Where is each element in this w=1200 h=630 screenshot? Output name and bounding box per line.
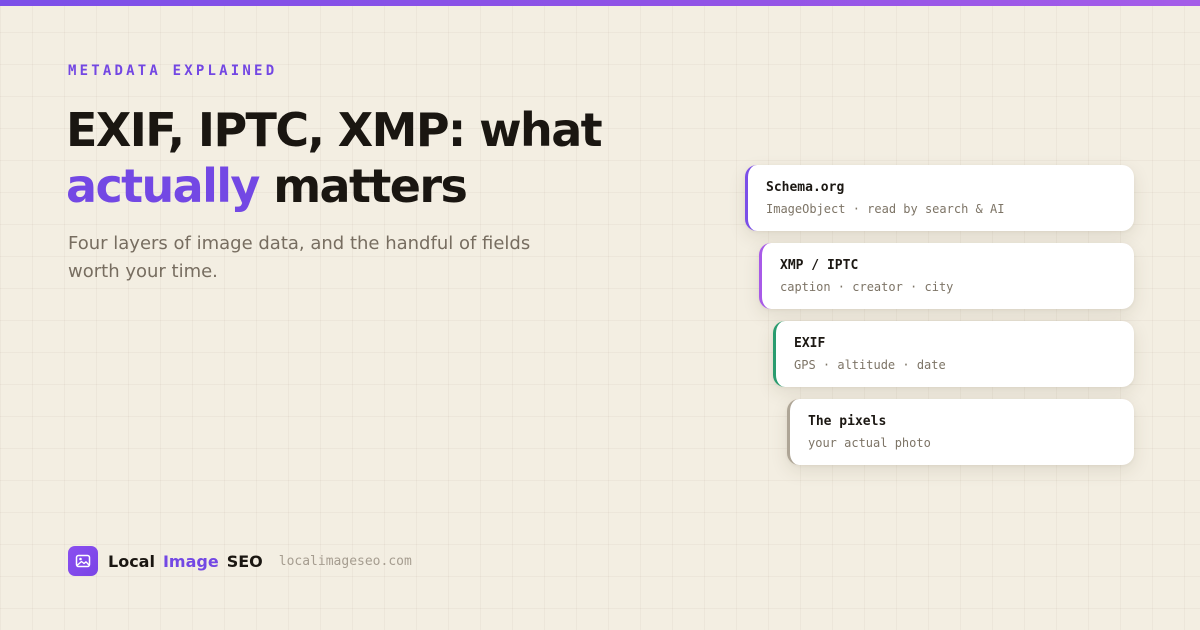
layer-card-subtitle: GPS · altitude · date [794,358,946,372]
site-domain: localimageseo.com [278,553,412,569]
subtitle: Four layers of image data, and the handf… [68,233,531,282]
layer-card-subtitle: caption · creator · city [780,280,954,294]
brand-word-image: Image [162,551,219,571]
layer-card-subtitle: ImageObject · read by search & AI [766,202,1005,216]
brand-logo [68,546,98,576]
layer-card-title: The pixels [808,414,887,429]
layer-card-pixels: The pixels your actual photo [787,399,1134,465]
layer-card-title: XMP / IPTC [780,258,859,273]
brand-word-local: Local [108,551,155,571]
eyebrow-label: METADATA EXPLAINED [68,63,278,79]
layer-card-exif: EXIF GPS · altitude · date [773,321,1134,387]
footer-brand: Local Image SEO localimageseo.com [68,546,412,576]
layer-card-subtitle: your actual photo [808,436,931,450]
layer-card-title: EXIF [794,336,826,351]
title-line-1: EXIF, IPTC, XMP: what [66,103,603,157]
image-icon [75,554,91,568]
brand-word-seo: SEO [226,551,263,571]
title-line-2-rest: matters [258,159,468,213]
page-title: EXIF, IPTC, XMP: what actually matters [66,102,603,214]
layer-card-title: Schema.org [766,180,845,195]
layer-card-xmp-iptc: XMP / IPTC caption · creator · city [759,243,1134,309]
layer-card-schema: Schema.org ImageObject · read by search … [745,165,1134,231]
title-accent-word: actually [66,159,260,213]
top-accent-bar [0,0,1200,6]
